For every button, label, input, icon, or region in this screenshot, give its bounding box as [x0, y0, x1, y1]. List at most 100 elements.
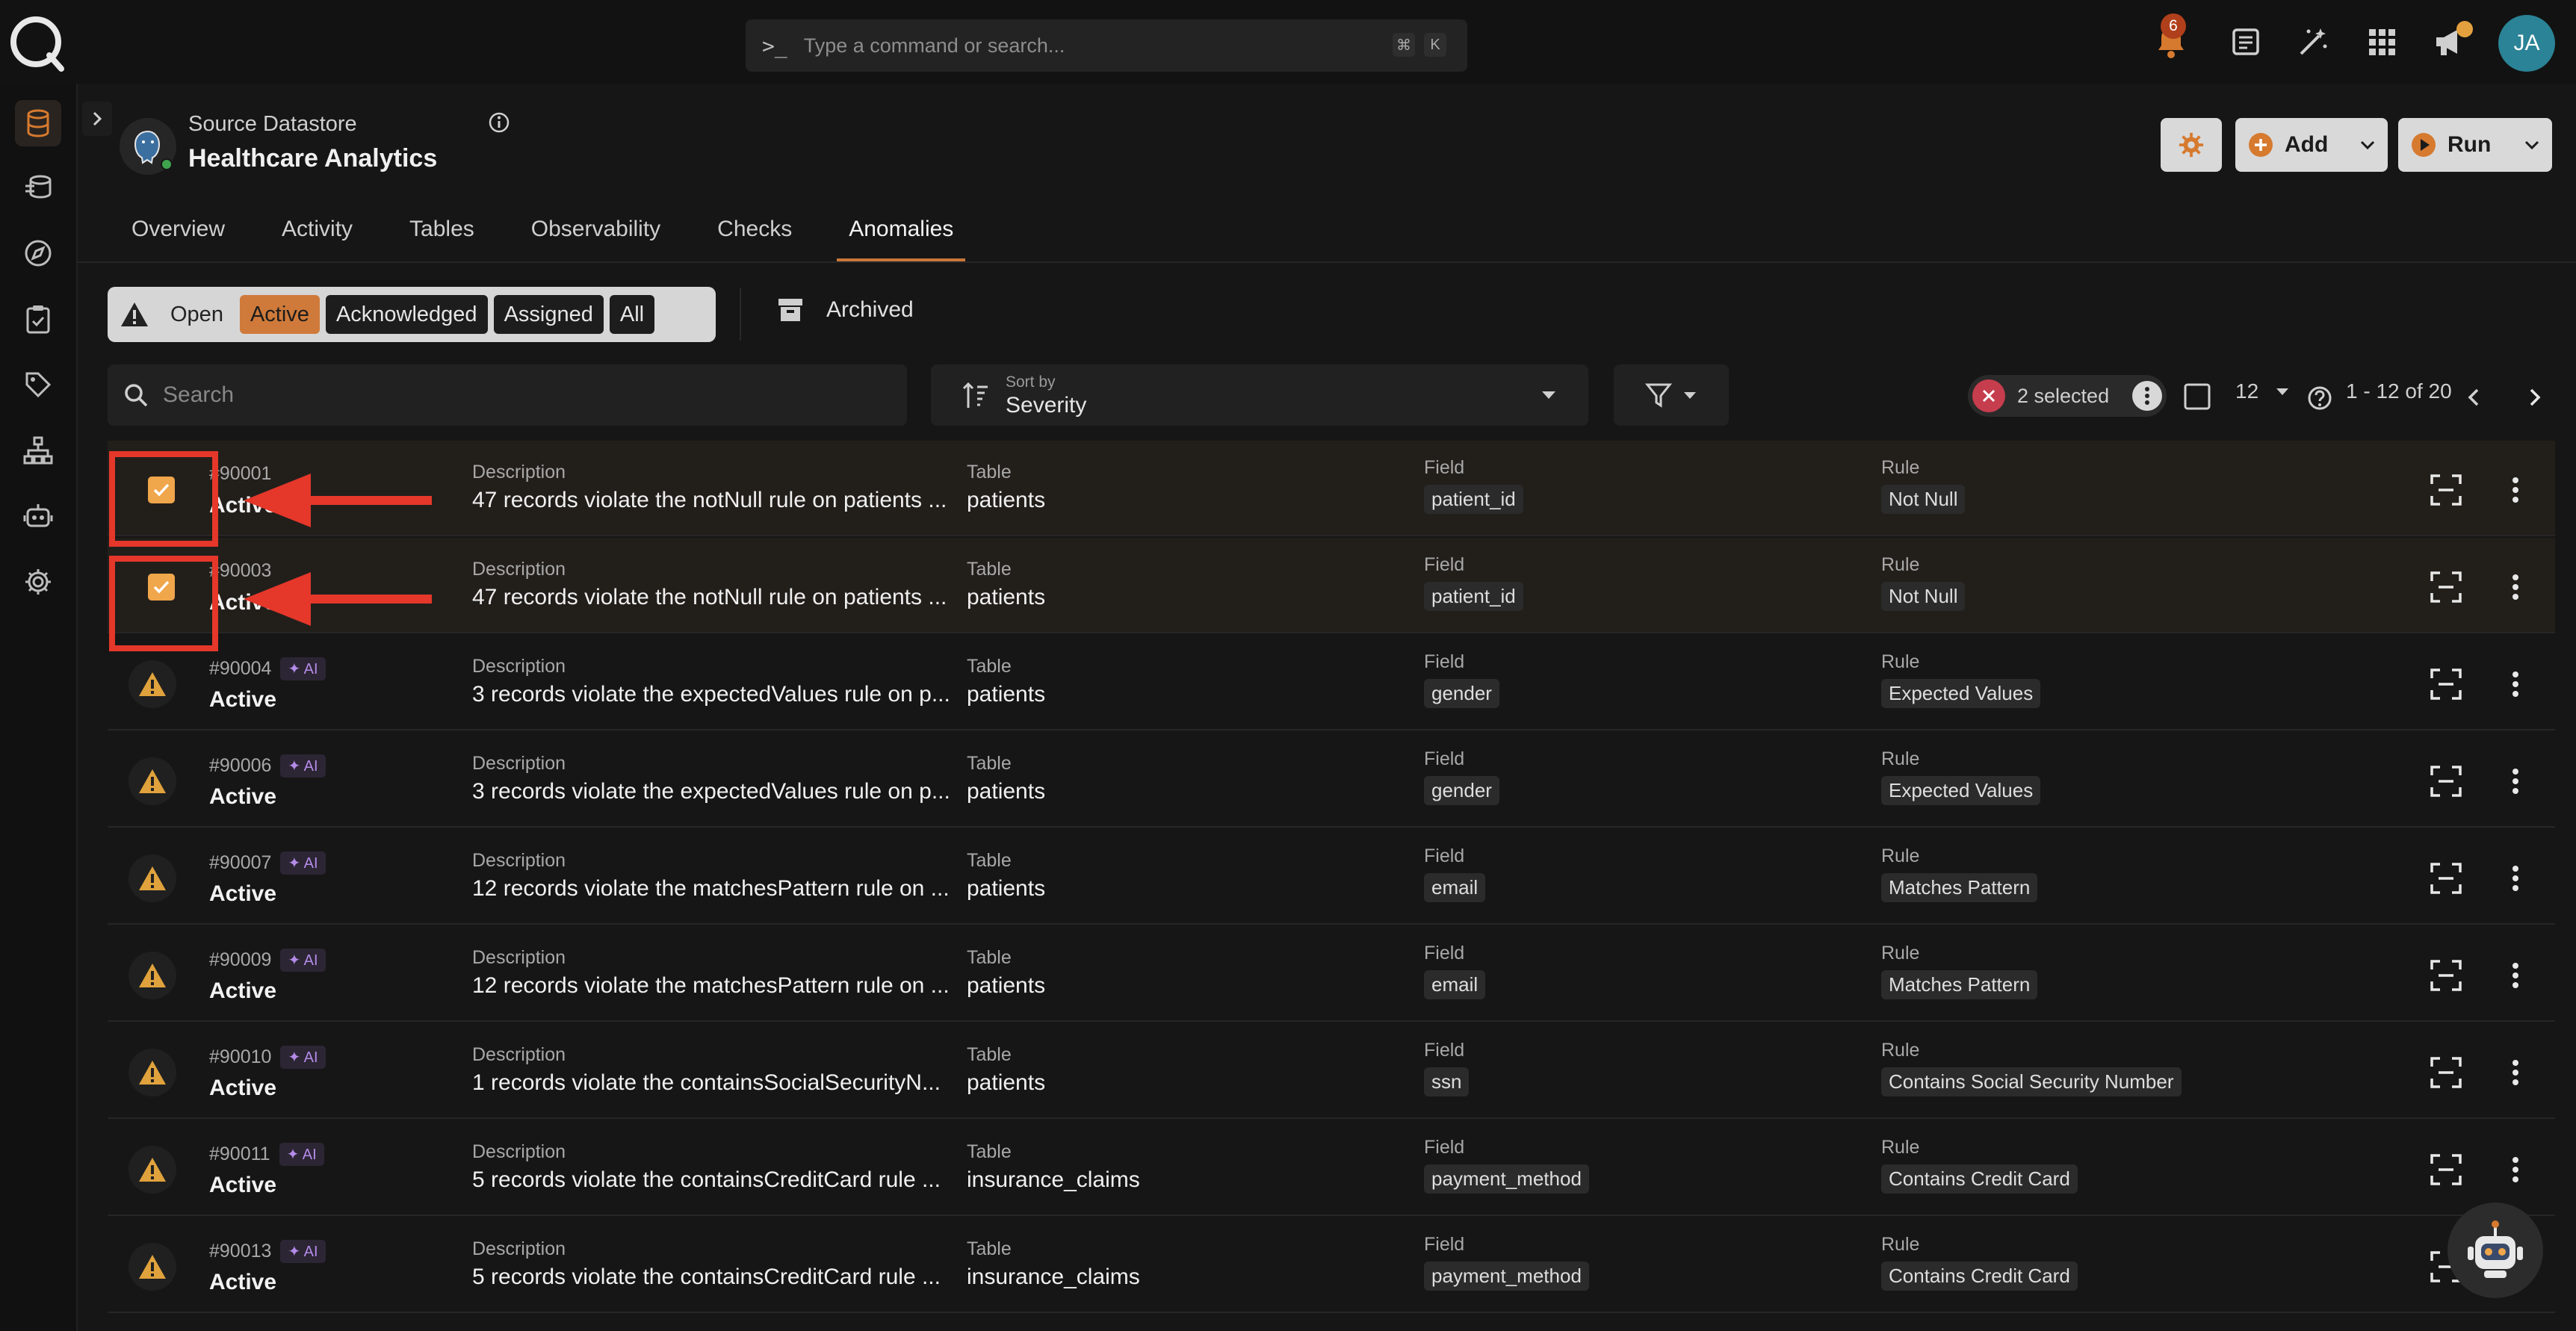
- warning-icon[interactable]: [129, 660, 176, 708]
- table-row[interactable]: #90007 ✦ AI Active Description 12 records vi…: [108, 829, 2555, 925]
- more-vertical-icon[interactable]: [2512, 865, 2519, 892]
- datastore-tabs: Overview Activity Tables Observability C…: [120, 202, 998, 261]
- docs-icon[interactable]: [2226, 22, 2265, 61]
- anomaly-id[interactable]: #90013: [209, 1241, 271, 1262]
- rule-header: Rule: [1881, 651, 1920, 672]
- anomaly-id[interactable]: #90004: [209, 658, 271, 680]
- expand-icon[interactable]: [2430, 959, 2462, 992]
- more-vertical-icon[interactable]: [2512, 768, 2519, 795]
- sidebar-expand-button[interactable]: [82, 102, 112, 136]
- sidebar-item-tags[interactable]: [15, 362, 61, 408]
- chevron-down-icon: [2360, 140, 2375, 150]
- clear-selection-button[interactable]: [1972, 379, 2005, 412]
- sidebar-item-agents[interactable]: [15, 493, 61, 539]
- anomaly-id-line: #90009 ✦ AI: [209, 949, 326, 972]
- annotation-arrow: [244, 474, 432, 527]
- row-actions: [2430, 668, 2519, 701]
- apps-grid-icon[interactable]: [2362, 22, 2401, 61]
- compass-icon: [25, 240, 52, 267]
- expand-icon[interactable]: [2430, 1056, 2462, 1089]
- more-vertical-icon[interactable]: [2512, 574, 2519, 601]
- warning-icon[interactable]: [129, 1146, 176, 1194]
- run-button[interactable]: Run: [2398, 118, 2552, 172]
- more-vertical-icon[interactable]: [2512, 1156, 2519, 1183]
- table-row[interactable]: #90003 Active Description 47 records violat…: [108, 538, 2555, 633]
- next-page-button[interactable]: [2525, 387, 2543, 408]
- expand-icon[interactable]: [2430, 765, 2462, 798]
- gear-icon: [25, 569, 51, 595]
- sidebar-item-flows[interactable]: [15, 427, 61, 474]
- anomaly-id[interactable]: #90010: [209, 1046, 271, 1068]
- status-option-assigned[interactable]: Assigned: [493, 295, 604, 334]
- open-filter-label[interactable]: Open: [160, 295, 234, 334]
- anomaly-id[interactable]: #90009: [209, 949, 271, 971]
- sidebar-item-explore[interactable]: [15, 230, 61, 276]
- warning-icon[interactable]: [129, 854, 176, 902]
- warning-icon[interactable]: [129, 1243, 176, 1291]
- command-search[interactable]: >_ Type a command or search... ⌘ K: [746, 19, 1467, 72]
- user-avatar[interactable]: JA: [2498, 15, 2555, 72]
- add-button[interactable]: Add: [2235, 118, 2388, 172]
- table-row[interactable]: #90011 ✦ AI Active Description 5 records vio…: [108, 1120, 2555, 1216]
- filter-divider: [740, 288, 741, 341]
- description-header: Description: [472, 1044, 566, 1065]
- warning-icon[interactable]: [129, 1049, 176, 1096]
- tab-anomalies[interactable]: Anomalies: [837, 202, 966, 261]
- bulk-actions-button[interactable]: [2132, 381, 2162, 411]
- sidebar-item-checks[interactable]: [15, 296, 61, 342]
- expand-icon[interactable]: [2430, 862, 2462, 895]
- table-row[interactable]: #90004 ✦ AI Active Description 3 records vio…: [108, 635, 2555, 730]
- table-row[interactable]: #90009 ✦ AI Active Description 12 records vi…: [108, 926, 2555, 1022]
- assistant-bot-button[interactable]: [2447, 1203, 2543, 1298]
- help-icon[interactable]: [2307, 385, 2332, 411]
- tab-activity[interactable]: Activity: [270, 202, 365, 261]
- expand-icon[interactable]: [2430, 474, 2462, 506]
- more-vertical-icon[interactable]: [2512, 962, 2519, 989]
- more-vertical-icon[interactable]: [2512, 477, 2519, 503]
- tab-tables[interactable]: Tables: [397, 202, 486, 261]
- tab-observability[interactable]: Observability: [519, 202, 672, 261]
- table-value: patients: [967, 1070, 1046, 1095]
- sidebar-item-datastores[interactable]: [15, 100, 61, 146]
- magic-wand-icon[interactable]: [2294, 22, 2332, 61]
- warning-icon[interactable]: [129, 952, 176, 999]
- rule-cell: Rule Contains Credit Card: [1881, 1234, 2404, 1291]
- anomaly-id[interactable]: #90007: [209, 852, 271, 874]
- status-option-all[interactable]: All: [609, 295, 655, 334]
- previous-page-button[interactable]: [2465, 387, 2483, 408]
- tab-overview[interactable]: Overview: [120, 202, 237, 261]
- field-header: Field: [1424, 748, 1465, 769]
- table-row[interactable]: #90006 ✦ AI Active Description 3 records vio…: [108, 732, 2555, 828]
- more-vertical-icon[interactable]: [2512, 1059, 2519, 1086]
- expand-icon[interactable]: [2430, 1153, 2462, 1186]
- anomaly-id[interactable]: #90006: [209, 755, 271, 777]
- rule-header: Rule: [1881, 846, 1920, 866]
- status-option-active[interactable]: Active: [239, 295, 320, 334]
- table-cell: Table insurance_claims: [967, 1141, 1385, 1193]
- expand-icon[interactable]: [2430, 571, 2462, 604]
- page-size-select[interactable]: 12: [2235, 379, 2290, 403]
- table-row[interactable]: #90001 Active Description 47 records violat…: [108, 441, 2555, 536]
- add-label: Add: [2285, 132, 2329, 157]
- tab-checks[interactable]: Checks: [705, 202, 804, 261]
- table-row[interactable]: #90010 ✦ AI Active Description 1 records vio…: [108, 1023, 2555, 1119]
- selected-count: 2 selected: [2017, 384, 2110, 407]
- rule-cell: Rule Not Null: [1881, 554, 2404, 611]
- more-vertical-icon[interactable]: [2512, 671, 2519, 698]
- select-all-checkbox[interactable]: [2183, 382, 2211, 411]
- warning-icon[interactable]: [129, 757, 176, 805]
- sidebar-item-enrichment[interactable]: [15, 164, 61, 211]
- datastore-settings-button[interactable]: [2161, 118, 2222, 172]
- filter-button[interactable]: [1614, 364, 1729, 426]
- app-logo[interactable]: [7, 13, 67, 73]
- status-option-acknowledged[interactable]: Acknowledged: [325, 295, 488, 334]
- table-row[interactable]: #90013 ✦ AI Active Description 5 records vio…: [108, 1217, 2555, 1313]
- expand-icon[interactable]: [2430, 668, 2462, 701]
- anomaly-id[interactable]: #90011: [209, 1144, 270, 1165]
- search-input[interactable]: Search: [108, 364, 907, 426]
- archived-filter[interactable]: Archived: [777, 297, 914, 323]
- info-icon[interactable]: [487, 111, 511, 134]
- sort-select[interactable]: Sort by Severity: [931, 364, 1588, 426]
- sidebar-item-settings[interactable]: [15, 559, 61, 605]
- selection-pill: 2 selected: [1968, 375, 2167, 417]
